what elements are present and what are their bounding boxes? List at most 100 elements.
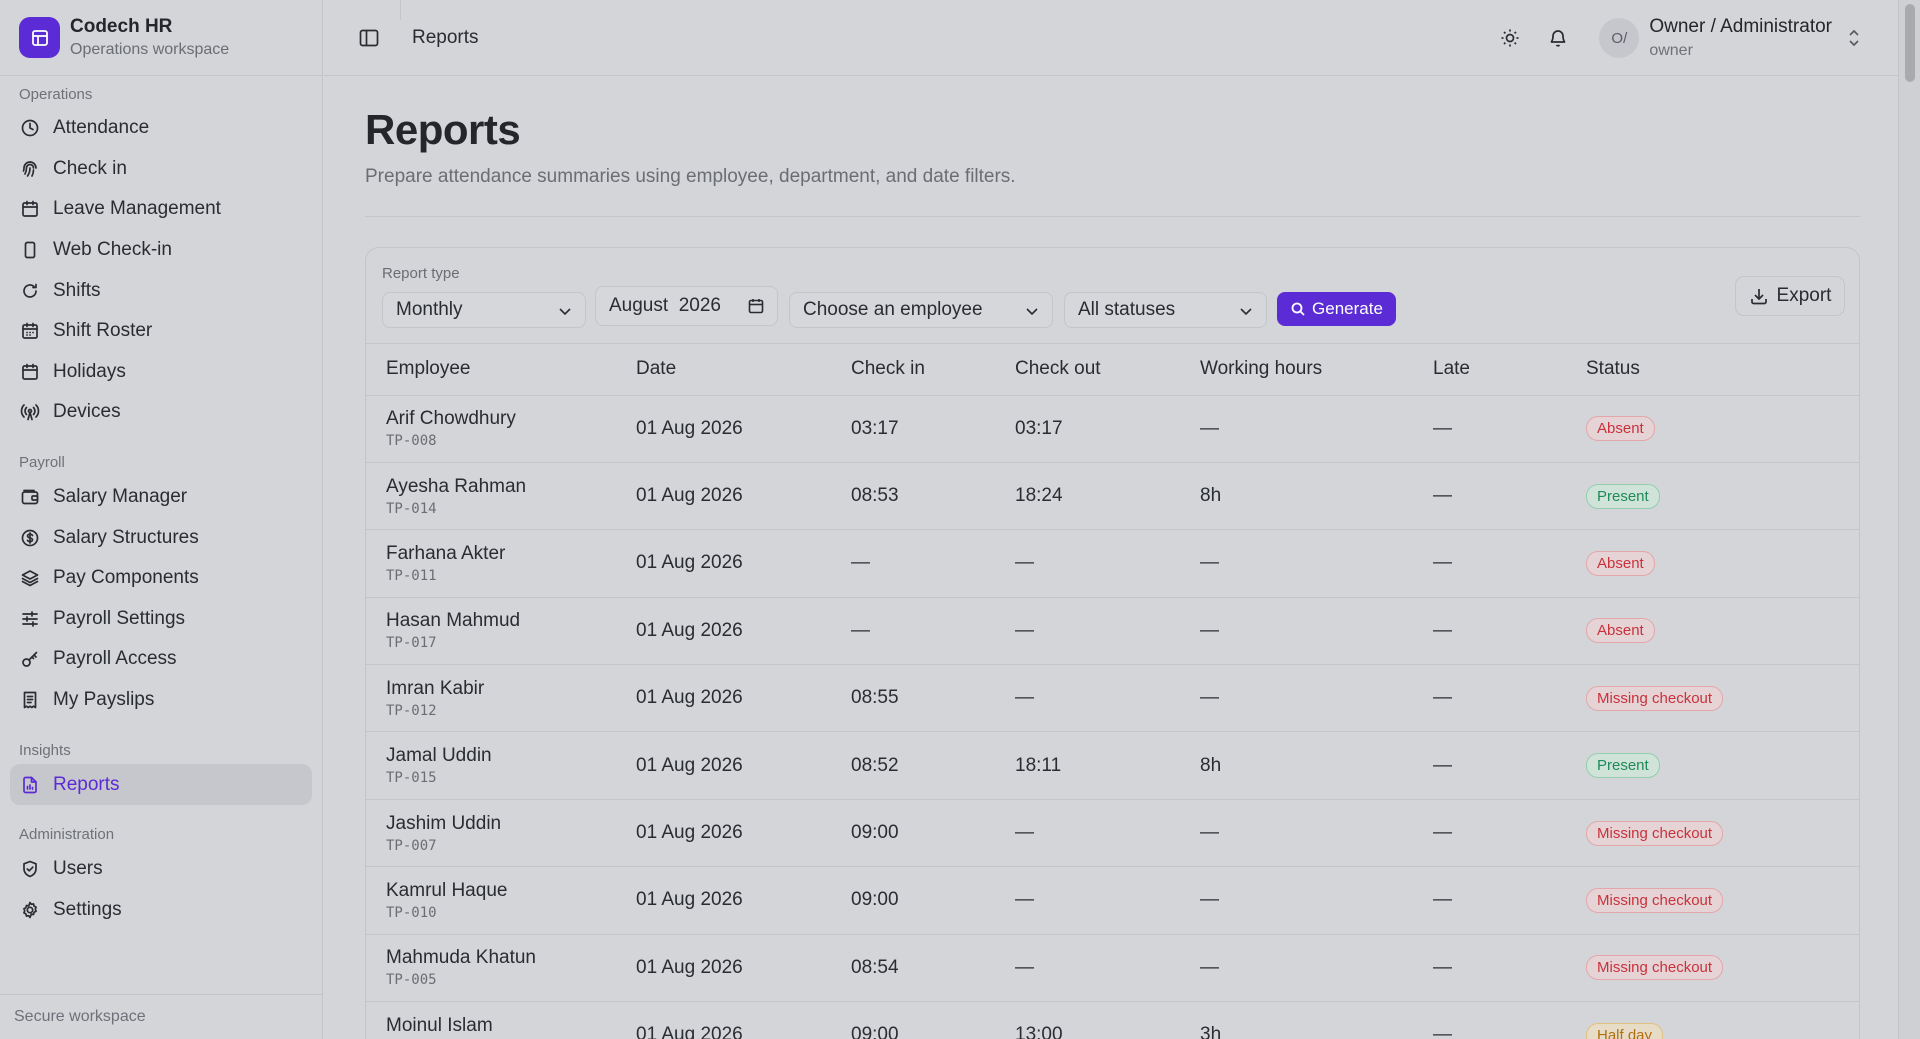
employee-id: TP-010 — [386, 904, 437, 921]
sidebar-item-devices[interactable]: Devices — [0, 392, 322, 433]
key-icon — [19, 648, 41, 670]
check-in-cell: 08:55 — [851, 664, 1015, 733]
sidebar-item-label: Devices — [53, 401, 121, 423]
report-type-label: Report type — [382, 265, 460, 282]
generate-label: Generate — [1312, 299, 1383, 318]
table-row[interactable]: Mahmuda Khatun TP-005 01 Aug 2026 08:54 … — [366, 934, 1859, 1003]
employee-name: Hasan Mahmud — [386, 610, 521, 632]
table-row[interactable]: Jashim Uddin TP-007 01 Aug 2026 09:00 — … — [366, 799, 1859, 868]
sidebar-item-shift-roster[interactable]: Shift Roster — [0, 311, 322, 352]
calendar-icon[interactable] — [747, 297, 765, 321]
employee-id: TP-014 — [386, 500, 437, 517]
table-row[interactable]: Jamal Uddin TP-015 01 Aug 2026 08:52 18:… — [366, 731, 1859, 800]
late-cell: — — [1433, 664, 1586, 733]
sidebar-item-label: Attendance — [53, 117, 150, 139]
export-button[interactable]: Export — [1735, 276, 1845, 316]
check-in-cell: 08:53 — [851, 462, 1015, 531]
nav-section-insights: Insights Reports — [0, 736, 322, 805]
sidebar-item-shifts[interactable]: Shifts — [0, 270, 322, 311]
sidebar-item-label: Leave Management — [53, 198, 221, 220]
table-row[interactable]: Arif Chowdhury TP-008 01 Aug 2026 03:17 … — [366, 395, 1859, 463]
status-badge: Missing checkout — [1586, 685, 1724, 711]
employee-name: Jashim Uddin — [386, 812, 502, 834]
wallet-icon — [19, 486, 41, 508]
notifications-bell-icon[interactable] — [1541, 21, 1575, 55]
nav-section-heading: Administration — [19, 826, 115, 844]
late-cell: — — [1433, 934, 1586, 1003]
month-picker[interactable]: August 2026 — [595, 286, 778, 326]
table-row[interactable]: Moinul Islam TP-019 01 Aug 2026 09:00 13… — [366, 1001, 1859, 1039]
sidebar-item-salary-structures[interactable]: Salary Structures — [0, 517, 322, 558]
generate-button[interactable]: Generate — [1277, 292, 1396, 326]
status-cell: Present — [1586, 462, 1859, 531]
date-cell: 01 Aug 2026 — [636, 395, 851, 463]
table-row[interactable]: Farhana Akter TP-011 01 Aug 2026 — — — —… — [366, 529, 1859, 598]
sidebar-item-pay-components[interactable]: Pay Components — [0, 558, 322, 599]
column-header-status: Status — [1586, 344, 1859, 396]
employee-id: TP-011 — [386, 567, 437, 584]
employee-cell: Jashim Uddin TP-007 — [366, 799, 636, 868]
brand[interactable]: Codech HR Operations workspace — [0, 0, 322, 76]
sidebar-item-holidays[interactable]: Holidays — [0, 352, 322, 393]
user-menu[interactable]: Owner / Administrator owner — [1649, 16, 1832, 60]
report-type-select[interactable]: Monthly — [382, 292, 586, 328]
sidebar-item-payroll-settings[interactable]: Payroll Settings — [0, 599, 322, 640]
search-icon — [1291, 302, 1305, 316]
status-badge: Present — [1586, 753, 1660, 779]
employee-name: Arif Chowdhury — [386, 408, 516, 430]
check-out-cell: — — [1015, 529, 1200, 598]
receipt-icon — [19, 689, 41, 711]
status-cell: Missing checkout — [1586, 664, 1859, 733]
sidebar-item-label: Shift Roster — [53, 320, 153, 342]
status-badge: Missing checkout — [1586, 955, 1724, 981]
table-body: Arif Chowdhury TP-008 01 Aug 2026 03:17 … — [366, 395, 1859, 1039]
check-out-cell: — — [1015, 934, 1200, 1003]
sidebar-item-web-check-in[interactable]: Web Check-in — [0, 230, 322, 271]
sidebar-item-label: Settings — [53, 898, 122, 920]
sidebar-item-label: Pay Components — [53, 567, 199, 589]
nav-section-heading: Payroll — [19, 454, 65, 472]
working-hours-cell: 8h — [1200, 731, 1433, 800]
sidebar-item-label: Salary Manager — [53, 486, 188, 508]
table-row[interactable]: Hasan Mahmud TP-017 01 Aug 2026 — — — — … — [366, 597, 1859, 666]
sidebar-item-payroll-access[interactable]: Payroll Access — [0, 639, 322, 680]
rotate-icon — [19, 280, 41, 302]
topbar: Reports O/ Owner / Administrator owner — [324, 0, 1898, 76]
table-row[interactable]: Kamrul Haque TP-010 01 Aug 2026 09:00 — … — [366, 866, 1859, 935]
page-scrollbar[interactable] — [1898, 0, 1920, 1039]
employee-cell: Mahmuda Khatun TP-005 — [366, 934, 636, 1003]
working-hours-cell: — — [1200, 395, 1433, 463]
chevrons-up-down-icon[interactable] — [1842, 28, 1866, 48]
working-hours-cell: — — [1200, 664, 1433, 733]
sidebar-item-label: Salary Structures — [53, 526, 199, 548]
date-cell: 01 Aug 2026 — [636, 731, 851, 800]
sidebar-item-reports[interactable]: Reports — [10, 764, 312, 805]
sidebar-item-users[interactable]: Users — [0, 849, 322, 890]
working-hours-cell: — — [1200, 799, 1433, 868]
employee-id: TP-012 — [386, 702, 437, 719]
sidebar-item-my-payslips[interactable]: My Payslips — [0, 680, 322, 721]
theme-toggle-sun-icon[interactable] — [1493, 21, 1527, 55]
status-select[interactable]: All statuses — [1064, 292, 1267, 328]
sidebar-item-leave-management[interactable]: Leave Management — [0, 189, 322, 230]
table-header-row: Employee Date Check in Check out Working hou… — [366, 344, 1859, 396]
sidebar-item-check-in[interactable]: Check in — [0, 149, 322, 190]
working-hours-cell: 8h — [1200, 462, 1433, 531]
sidebar-item-salary-manager[interactable]: Salary Manager — [0, 477, 322, 518]
table-row[interactable]: Ayesha Rahman TP-014 01 Aug 2026 08:53 1… — [366, 462, 1859, 531]
date-cell: 01 Aug 2026 — [636, 934, 851, 1003]
sidebar-item-attendance[interactable]: Attendance — [0, 108, 322, 149]
nav-section-heading: Insights — [19, 741, 71, 759]
sidebar-item-settings[interactable]: Settings — [0, 890, 322, 931]
employee-cell: Jamal Uddin TP-015 — [366, 731, 636, 800]
status-badge: Absent — [1586, 550, 1655, 576]
report-type-value: Monthly — [396, 299, 463, 320]
employee-select[interactable]: Choose an employee — [789, 292, 1053, 328]
avatar[interactable]: O/ — [1599, 18, 1640, 58]
employee-cell: Hasan Mahmud TP-017 — [366, 597, 636, 666]
table-row[interactable]: Imran Kabir TP-012 01 Aug 2026 08:55 — —… — [366, 664, 1859, 733]
filters-bar: Report type Monthly August 2026 Choose a… — [366, 248, 1859, 344]
sidebar-toggle-icon[interactable] — [356, 25, 382, 51]
nav-section-heading: Operations — [19, 85, 93, 103]
scrollbar-thumb[interactable] — [1905, 4, 1915, 82]
